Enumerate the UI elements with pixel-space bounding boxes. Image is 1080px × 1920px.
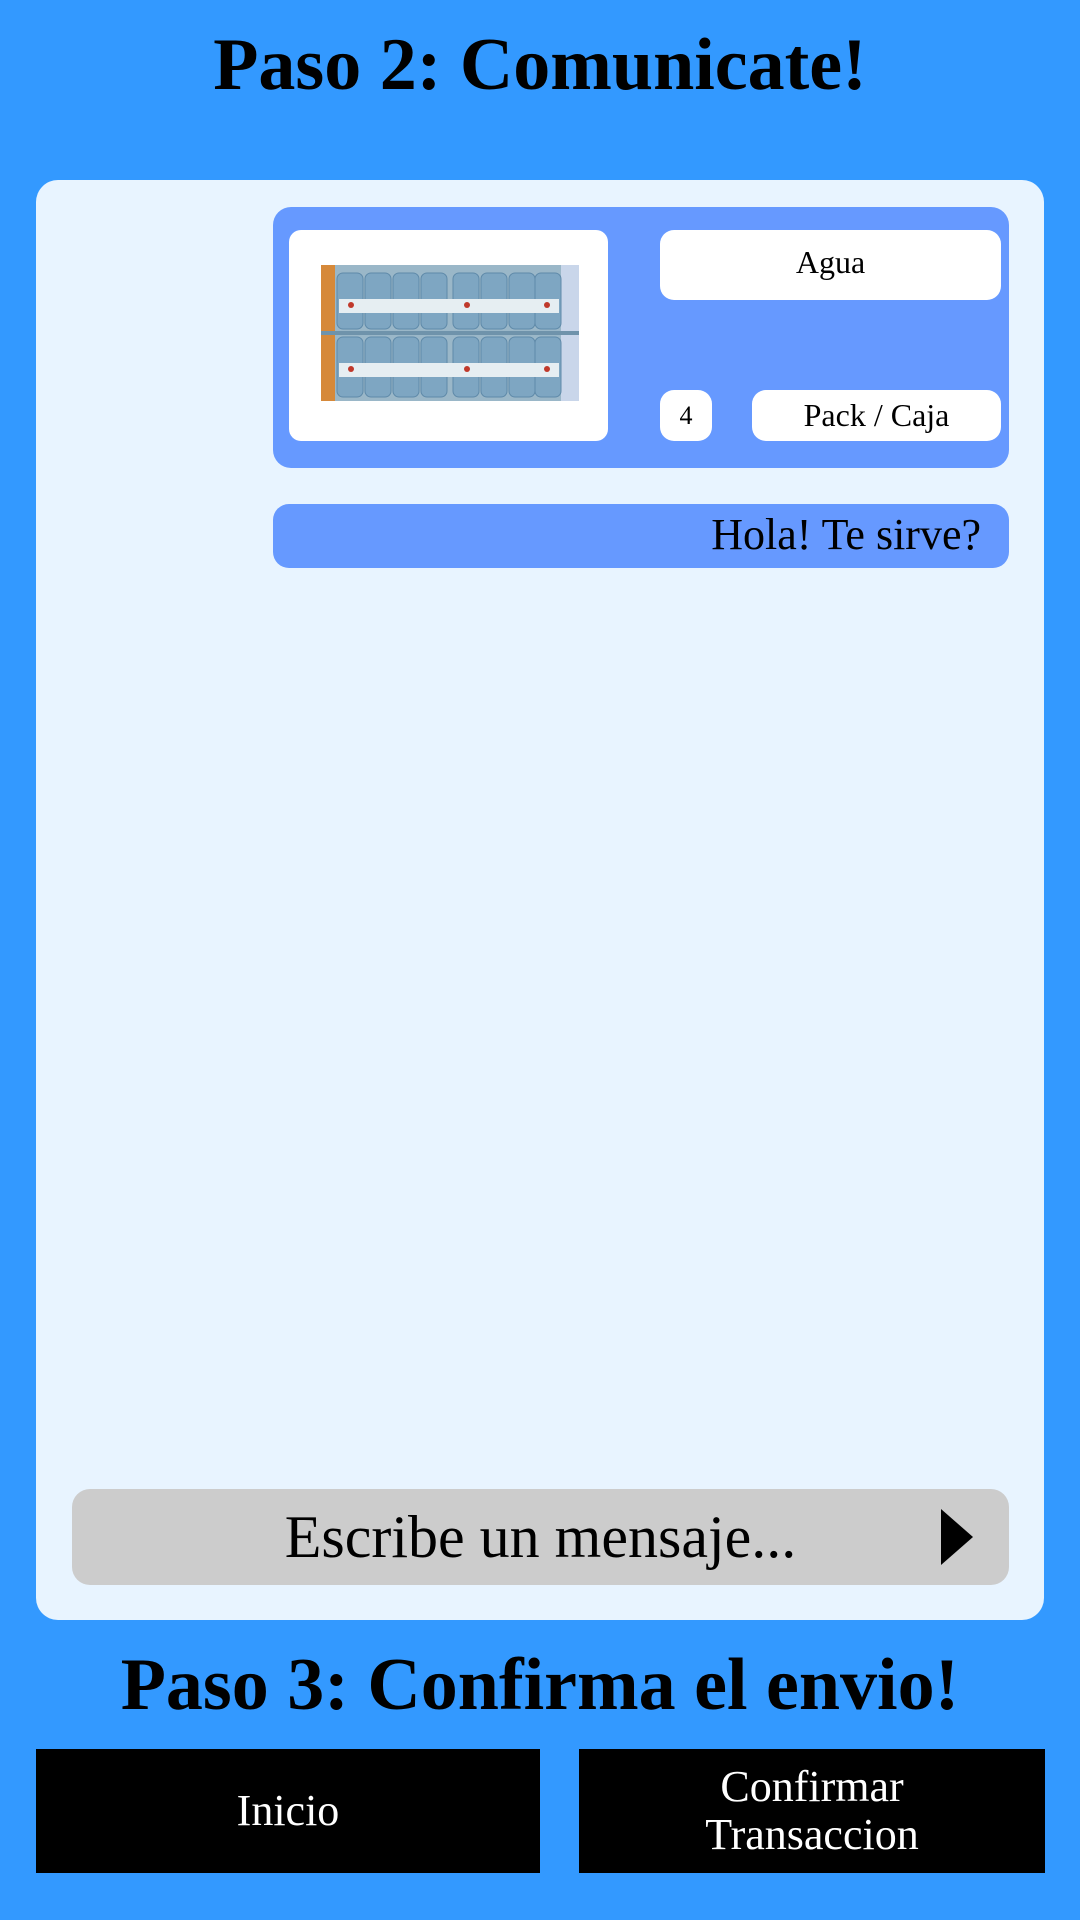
step2-title: Paso 2: Comunicate! [213,24,867,106]
message-composer [72,1489,1009,1585]
chat-panel: Agua 4 Pack / Caja Hola! Te sirve? [36,180,1044,1620]
chat-message: Hola! Te sirve? [273,504,1009,568]
product-image [321,265,579,401]
product-name: Agua [660,230,1001,300]
message-input[interactable] [72,1489,1009,1585]
water-bottles-icon [321,265,579,401]
play-triangle-icon [941,1509,973,1565]
product-image-box [289,230,608,441]
product-quantity: 4 [660,390,712,441]
send-button[interactable] [937,1507,977,1567]
step3-title: Paso 3: Confirma el envio! [120,1644,960,1726]
product-unit: Pack / Caja [752,390,1001,441]
home-button[interactable]: Inicio [36,1749,540,1873]
product-card[interactable]: Agua 4 Pack / Caja [273,207,1009,468]
confirm-transaction-button[interactable]: Confirmar Transaccion [579,1749,1045,1873]
confirm-transaction-label: Confirmar Transaccion [705,1762,919,1859]
